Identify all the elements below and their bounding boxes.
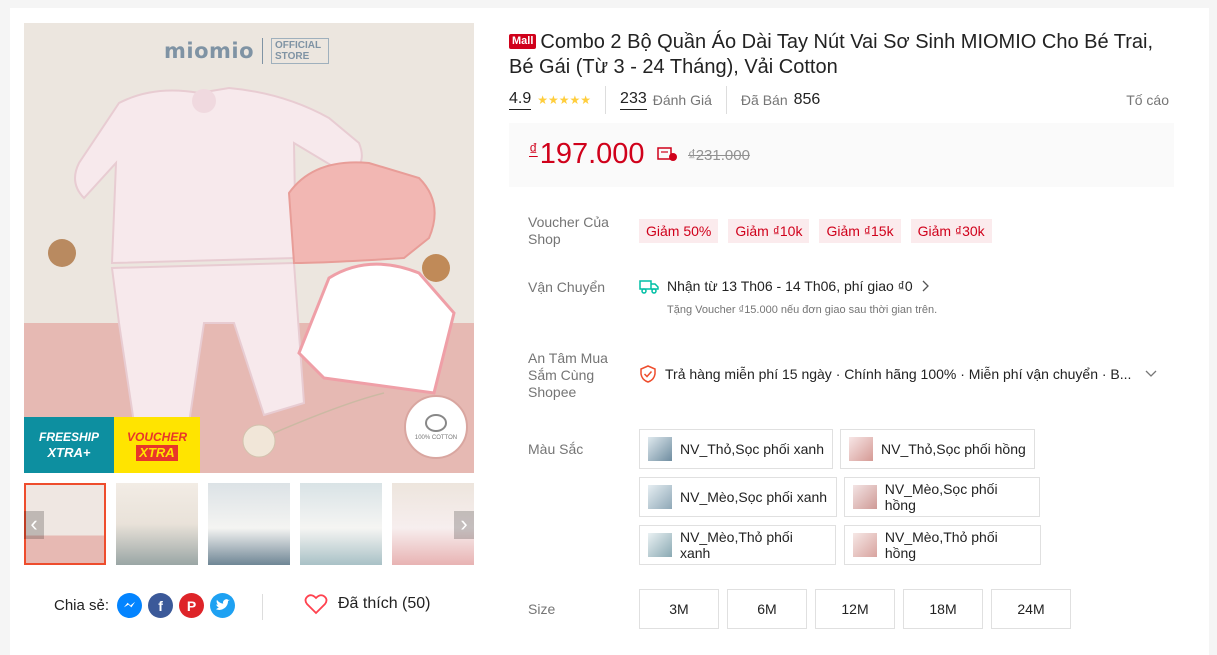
freeship-label: FREESHIP — [38, 430, 99, 444]
guarantee-label: An Tâm Mua Sắm Cùng Shopee — [528, 350, 608, 400]
color-option-thumb — [648, 437, 672, 461]
freeship-sub: XTRA+ — [47, 445, 91, 460]
cotton-icon — [425, 413, 447, 432]
guarantee-info[interactable]: Trả hàng miễn phí 15 ngày · Chính hãng 1… — [639, 365, 1157, 383]
shipping-label: Vận Chuyển — [528, 279, 606, 295]
thumbnail-prev-button[interactable]: ‹ — [24, 511, 44, 539]
voucher-chip[interactable]: Giảm 50% — [639, 219, 719, 243]
color-option-label: NV_Mèo,Thỏ phối hồng — [884, 529, 998, 561]
color-option[interactable]: NV_Mèo,Sọc phối hồng — [844, 477, 1040, 517]
color-option[interactable]: NV_Mèo,Sọc phối xanh — [639, 477, 837, 517]
shipping-voucher-note: Tặng Voucher ₫15.000 nếu đơn giao sau th… — [667, 304, 938, 316]
chevron-down-icon — [1145, 370, 1157, 377]
color-option[interactable]: NV_Thỏ,Sọc phối hồng — [840, 429, 1035, 469]
currency-symbol: ₫ — [529, 140, 538, 159]
freeship-xtra-badge: FREESHIP XTRA+ — [24, 417, 114, 473]
shipping-info[interactable]: Nhận từ 13 Th06 - 14 Th06, phí giao ₫0 — [639, 278, 929, 294]
size-option[interactable]: 6M — [727, 589, 807, 629]
main-product-image[interactable]: miomio OFFICIAL STORE 100% COTTON FREESH… — [24, 23, 474, 473]
shield-check-icon — [640, 365, 656, 383]
price-box: ₫ 197.000 ₫231.000 — [509, 123, 1174, 187]
report-link[interactable]: Tố cáo — [1126, 92, 1169, 108]
cotton-badge: 100% COTTON — [404, 395, 468, 459]
thumbnail-3[interactable] — [208, 483, 290, 565]
mall-badge: Mall — [509, 34, 537, 49]
heart-icon — [304, 594, 328, 615]
size-option[interactable]: 18M — [903, 589, 983, 629]
thumbnail-strip: ‹ › — [24, 483, 474, 565]
review-separator — [725, 86, 727, 114]
star-rating-icon: ★★★★★ — [537, 93, 592, 107]
current-price: ₫ 197.000 — [529, 138, 645, 171]
size-option[interactable]: 3M — [639, 589, 719, 629]
brand-official-store: OFFICIAL STORE — [271, 38, 330, 64]
twitter-icon[interactable] — [210, 593, 236, 618]
product-title-text: Combo 2 Bộ Quần Áo Dài Tay Nút Vai Sơ Si… — [509, 31, 1154, 78]
share-row: Chia sẻ: f P — [54, 593, 236, 618]
truck-icon — [639, 279, 659, 294]
pinterest-icon[interactable]: P — [179, 593, 205, 618]
price-info-icon[interactable] — [657, 147, 677, 161]
rating-value[interactable]: 4.9 — [509, 90, 532, 110]
review-count[interactable]: 233 — [620, 90, 647, 110]
voucher-sub: XTRA — [136, 445, 178, 461]
color-option-label: NV_Thỏ,Sọc phối xanh — [680, 441, 824, 457]
thumbnail-next-button[interactable]: › — [454, 511, 474, 539]
color-option[interactable]: NV_Mèo,Thỏ phối xanh — [639, 525, 836, 565]
guarantee-text: Trả hàng miễn phí 15 ngày · Chính hãng 1… — [665, 366, 1132, 382]
color-option-label: NV_Mèo,Thỏ phối xanh — [679, 529, 793, 561]
current-price-value: 197.000 — [539, 138, 645, 170]
share-label: Chia sẻ: — [54, 597, 110, 614]
color-option-label: NV_Mèo,Sọc phối xanh — [680, 489, 828, 505]
brand-separator — [262, 38, 264, 64]
voucher-chips: Giảm 50% Giảm ₫10k Giảm ₫15k Giảm ₫30k — [639, 219, 992, 243]
like-button[interactable]: Đã thích (50) — [304, 593, 430, 615]
sold-label: Đã Bán — [740, 92, 788, 108]
color-option-thumb — [853, 485, 877, 509]
brand-name: miomio — [164, 39, 255, 63]
chevron-right-icon — [922, 280, 929, 292]
voucher-label: VOUCHER — [126, 430, 187, 444]
rating-separator — [605, 86, 607, 114]
voucher-chip[interactable]: Giảm ₫15k — [819, 219, 901, 243]
size-option[interactable]: 24M — [991, 589, 1071, 629]
facebook-icon[interactable]: f — [148, 593, 174, 618]
color-option-thumb — [648, 485, 672, 509]
color-label: Màu Sắc — [528, 441, 584, 457]
like-count-label: Đã thích (50) — [338, 595, 431, 612]
color-option-thumb — [648, 533, 672, 557]
size-label: Size — [528, 601, 556, 617]
color-option-thumb — [853, 533, 877, 557]
messenger-icon[interactable] — [117, 593, 143, 618]
color-option-label: NV_Thỏ,Sọc phối hồng — [881, 441, 1026, 457]
size-option[interactable]: 12M — [815, 589, 895, 629]
color-option-thumb — [849, 437, 873, 461]
product-title: Mall Combo 2 Bộ Quần Áo Dài Tay Nút Vai S… — [509, 30, 1179, 80]
color-option[interactable]: NV_Mèo,Thỏ phối hồng — [844, 525, 1041, 565]
rating-row: 4.9 ★★★★★ 233 Đánh Giá Đã Bán 856 Tố cáo — [509, 86, 1169, 114]
shipping-text: Nhận từ 13 Th06 - 14 Th06, phí giao ₫0 — [667, 278, 913, 294]
share-like-divider — [262, 594, 263, 620]
color-option[interactable]: NV_Thỏ,Sọc phối xanh — [639, 429, 833, 469]
color-option-label: NV_Mèo,Sọc phối hồng — [884, 481, 998, 513]
review-label: Đánh Giá — [652, 92, 712, 108]
original-price: ₫231.000 — [688, 147, 750, 164]
thumbnail-4[interactable] — [300, 483, 382, 565]
product-photo-art — [48, 86, 456, 458]
voucher-chip[interactable]: Giảm ₫10k — [728, 219, 810, 243]
voucher-chip[interactable]: Giảm ₫30k — [910, 219, 992, 243]
sold-count: 856 — [793, 91, 821, 108]
voucher-xtra-badge: VOUCHER XTRA — [114, 417, 200, 473]
brand-logo: miomio OFFICIAL STORE — [164, 38, 330, 64]
voucher-label: Voucher Của Shop — [528, 214, 609, 247]
thumbnail-2[interactable] — [116, 483, 198, 565]
cotton-label: 100% COTTON — [414, 434, 458, 441]
